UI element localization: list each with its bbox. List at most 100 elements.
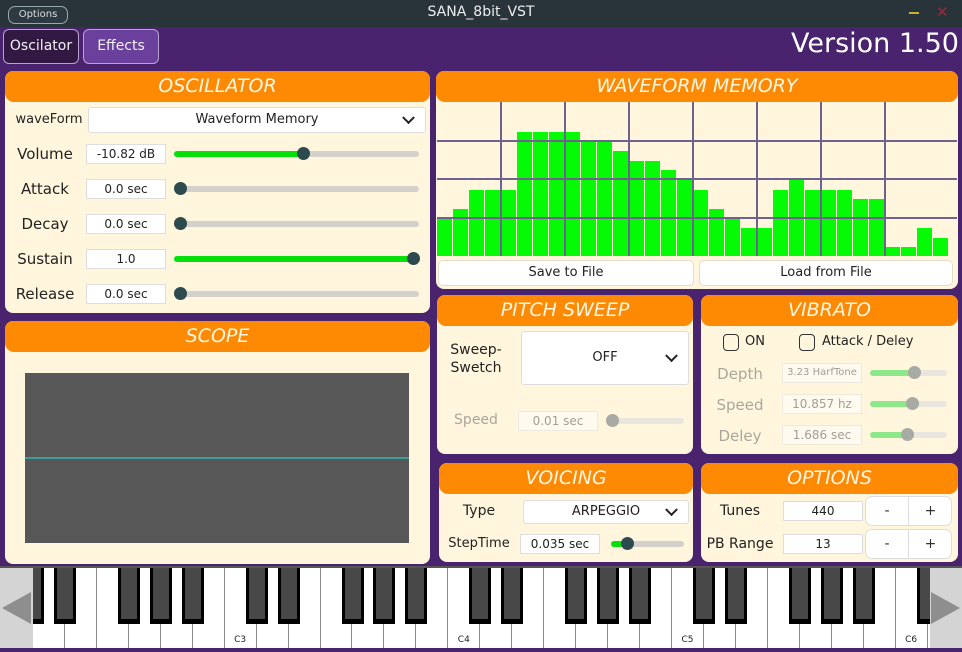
waveform-bar[interactable] bbox=[741, 228, 756, 256]
steptime-value[interactable]: 0.035 sec bbox=[520, 534, 600, 554]
black-key-as2[interactable] bbox=[181, 568, 204, 624]
black-key-as5[interactable] bbox=[852, 568, 875, 624]
waveform-bar[interactable] bbox=[693, 189, 708, 256]
slider-thumb[interactable] bbox=[407, 252, 420, 265]
black-key-cs3[interactable] bbox=[245, 568, 268, 624]
vibrato-deley-slider[interactable] bbox=[870, 428, 947, 442]
waveform-bar[interactable] bbox=[901, 247, 916, 256]
vibrato-depth-slider[interactable] bbox=[870, 366, 947, 380]
slider-thumb[interactable] bbox=[174, 287, 187, 300]
waveform-bar[interactable] bbox=[565, 131, 580, 256]
slider-thumb[interactable] bbox=[907, 366, 921, 379]
waveform-bar[interactable] bbox=[821, 189, 836, 256]
decay-slider[interactable] bbox=[174, 217, 419, 231]
black-key-gs4[interactable] bbox=[597, 568, 620, 624]
black-key-fs2[interactable] bbox=[117, 568, 140, 624]
black-key-cs6[interactable] bbox=[916, 568, 930, 624]
release-value[interactable]: 0.0 sec bbox=[86, 284, 166, 304]
attack-value[interactable]: 0.0 sec bbox=[86, 179, 166, 199]
slider-thumb[interactable] bbox=[606, 414, 619, 427]
vibrato-speed-slider[interactable] bbox=[870, 397, 947, 411]
waveform-bar[interactable] bbox=[661, 170, 676, 256]
waveform-bar[interactable] bbox=[597, 141, 612, 256]
waveform-bar[interactable] bbox=[533, 131, 548, 256]
volume-value[interactable]: -10.82 dB bbox=[86, 144, 166, 164]
attack-slider[interactable] bbox=[174, 182, 419, 196]
waveform-bar[interactable] bbox=[629, 160, 644, 256]
pb-range-decrement-button[interactable]: - bbox=[866, 530, 909, 558]
sweep-speed-slider[interactable] bbox=[606, 414, 684, 428]
slider-thumb[interactable] bbox=[174, 182, 187, 195]
waveform-bar[interactable] bbox=[725, 218, 740, 256]
waveform-bar[interactable] bbox=[885, 247, 900, 256]
slider-thumb[interactable] bbox=[174, 217, 187, 230]
black-key-cs2[interactable] bbox=[33, 568, 44, 624]
tunes-value[interactable]: 440 bbox=[783, 501, 863, 521]
waveform-bar[interactable] bbox=[869, 199, 884, 256]
slider-track[interactable] bbox=[174, 186, 419, 192]
black-key-fs5[interactable] bbox=[788, 568, 811, 624]
waveform-dropdown[interactable]: Waveform Memory bbox=[88, 107, 426, 133]
waveform-bar[interactable] bbox=[581, 141, 596, 256]
close-icon[interactable]: ✕ bbox=[936, 4, 949, 20]
waveform-bar[interactable] bbox=[645, 160, 660, 256]
waveform-bar[interactable] bbox=[517, 131, 532, 256]
vibrato-depth-value[interactable]: 3.23 HarfTone bbox=[782, 363, 862, 383]
load-from-file-button[interactable]: Load from File bbox=[699, 260, 953, 286]
decay-value[interactable]: 0.0 sec bbox=[86, 214, 166, 234]
black-key-ds2[interactable] bbox=[53, 568, 76, 624]
black-key-cs4[interactable] bbox=[469, 568, 492, 624]
slider-track[interactable] bbox=[174, 221, 419, 227]
black-key-gs5[interactable] bbox=[820, 568, 843, 624]
sweep-speed-value[interactable]: 0.01 sec bbox=[518, 411, 598, 431]
release-slider[interactable] bbox=[174, 287, 419, 301]
black-key-gs3[interactable] bbox=[373, 568, 396, 624]
minimize-icon[interactable] bbox=[909, 12, 919, 14]
save-to-file-button[interactable]: Save to File bbox=[438, 260, 694, 286]
black-key-as4[interactable] bbox=[629, 568, 652, 624]
tunes-increment-button[interactable]: + bbox=[909, 497, 952, 525]
waveform-bar[interactable] bbox=[437, 218, 452, 256]
black-key-fs3[interactable] bbox=[341, 568, 364, 624]
pb-range-increment-button[interactable]: + bbox=[909, 530, 952, 558]
waveform-editor[interactable] bbox=[437, 102, 957, 256]
slider-thumb[interactable] bbox=[901, 428, 915, 441]
slider-track[interactable] bbox=[174, 291, 419, 297]
vibrato-on-checkbox[interactable] bbox=[723, 334, 739, 351]
black-key-cs5[interactable] bbox=[692, 568, 715, 624]
waveform-bar[interactable] bbox=[757, 228, 772, 256]
black-key-fs4[interactable] bbox=[565, 568, 588, 624]
black-key-ds5[interactable] bbox=[724, 568, 747, 624]
tab-oscilator[interactable]: Oscilator bbox=[3, 29, 79, 64]
sweep-switch-dropdown[interactable]: OFF bbox=[521, 331, 689, 385]
attack-delay-checkbox[interactable] bbox=[799, 334, 815, 351]
waveform-bar[interactable] bbox=[933, 237, 948, 256]
waveform-bar[interactable] bbox=[853, 199, 868, 256]
black-key-ds3[interactable] bbox=[277, 568, 300, 624]
sustain-value[interactable]: 1.0 bbox=[86, 249, 166, 269]
steptime-slider[interactable] bbox=[611, 537, 684, 551]
slider-thumb[interactable] bbox=[297, 147, 311, 160]
vibrato-speed-value[interactable]: 10.857 hz bbox=[782, 394, 862, 414]
waveform-bar[interactable] bbox=[469, 189, 484, 256]
sustain-slider[interactable] bbox=[174, 252, 420, 266]
black-key-ds4[interactable] bbox=[501, 568, 524, 624]
voicing-type-dropdown[interactable]: ARPEGGIO bbox=[523, 500, 689, 524]
waveform-bar[interactable] bbox=[549, 131, 564, 256]
slider-thumb[interactable] bbox=[905, 397, 919, 410]
pb-range-value[interactable]: 13 bbox=[783, 534, 863, 554]
scroll-right-button[interactable] bbox=[930, 568, 962, 648]
slider-thumb[interactable] bbox=[621, 537, 635, 550]
black-key-as3[interactable] bbox=[405, 568, 428, 624]
tunes-decrement-button[interactable]: - bbox=[866, 497, 909, 525]
vibrato-deley-value[interactable]: 1.686 sec bbox=[782, 425, 862, 445]
waveform-bar[interactable] bbox=[837, 189, 852, 256]
black-key-gs2[interactable] bbox=[149, 568, 172, 624]
tab-effects[interactable]: Effects bbox=[83, 29, 159, 64]
volume-slider[interactable] bbox=[174, 147, 419, 161]
waveform-bar[interactable] bbox=[613, 151, 628, 256]
scroll-left-button[interactable] bbox=[0, 568, 33, 648]
waveform-bar[interactable] bbox=[501, 189, 516, 256]
waveform-bar[interactable] bbox=[485, 189, 500, 256]
waveform-bar[interactable] bbox=[773, 189, 788, 256]
